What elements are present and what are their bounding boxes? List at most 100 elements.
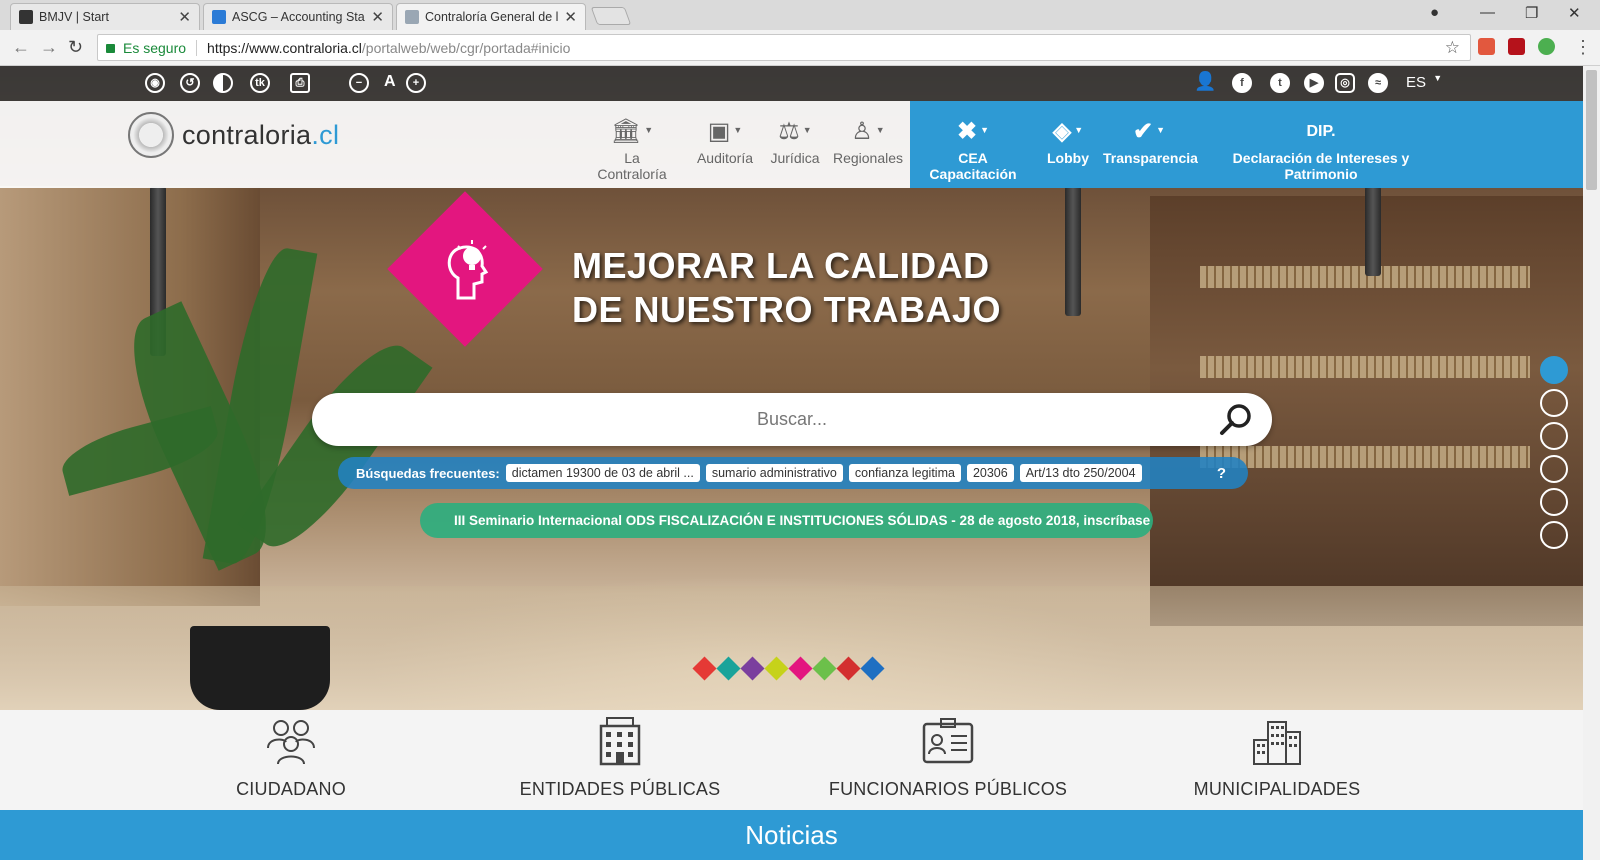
- tab-ascg[interactable]: ASCG – Accounting Stanc ✕: [203, 3, 393, 30]
- language-label: ES: [1406, 74, 1427, 91]
- dip-icon: DIP.: [1306, 123, 1336, 140]
- address-bar[interactable]: Es seguro https://www.contraloria.cl /po…: [97, 34, 1471, 61]
- frequent-search-chip[interactable]: dictamen 19300 de 03 de abril ...: [505, 464, 700, 482]
- audit-icon: ▣ ▼: [707, 118, 743, 145]
- id-card-icon: [922, 718, 974, 764]
- hide-animations-icon[interactable]: ◉: [145, 73, 165, 93]
- frequent-search-chip[interactable]: Art/13 dto 250/2004: [1019, 464, 1142, 482]
- frequent-search-chip[interactable]: sumario administrativo: [705, 464, 843, 482]
- window-close-icon[interactable]: ✕: [1568, 4, 1581, 22]
- hero-slogan: MEJORAR LA CALIDAD DE NUESTRO TRABAJO: [572, 244, 1001, 332]
- announcement-ticker[interactable]: III Seminario Internacional ODS FISCALIZ…: [420, 503, 1153, 538]
- contraloria-seal-logo[interactable]: [128, 112, 174, 158]
- close-icon[interactable]: ✕: [371, 8, 384, 26]
- shelf: [1200, 356, 1530, 378]
- frequent-searches-label: Búsquedas frecuentes:: [356, 465, 500, 481]
- city-icon: [1253, 721, 1301, 765]
- category-label: FUNCIONARIOS PÚBLICOS: [828, 779, 1068, 799]
- news-section-title: Noticias: [0, 810, 1583, 860]
- sync-extension-icon[interactable]: [1538, 38, 1555, 55]
- nav-label: Jurídica: [770, 150, 820, 166]
- tab-contraloria[interactable]: Contraloría General de la ✕: [396, 3, 586, 30]
- slide-dot-3[interactable]: [1540, 422, 1568, 450]
- user-login-icon[interactable]: 👤: [1194, 72, 1216, 93]
- slogan-line-2: DE NUESTRO TRABAJO: [572, 289, 1002, 330]
- nav-label: Declaración de Intereses y Patrimonio: [1232, 150, 1410, 182]
- pdf-extension-icon[interactable]: [1508, 38, 1525, 55]
- search-bar: [312, 393, 1272, 446]
- category-ciudadano[interactable]: CIUDADANO: [141, 716, 441, 800]
- contrast-icon[interactable]: [213, 73, 233, 93]
- search-input[interactable]: [492, 409, 1092, 430]
- back-icon[interactable]: ←: [12, 37, 30, 58]
- rss-icon[interactable]: ≈: [1368, 73, 1388, 93]
- slide-dot-4[interactable]: [1540, 455, 1568, 483]
- accessibility-bar: ◉ ↺ tk ⎙ − A + 👤 f t ▶ ◎ ≈ ES ▼: [0, 66, 1583, 101]
- search-icon[interactable]: [1218, 402, 1254, 438]
- scales-icon: ⚖ ▼: [778, 118, 812, 145]
- tab-bmjv[interactable]: BMJV | Start ✕: [10, 3, 200, 30]
- maximize-icon[interactable]: ❐: [1525, 4, 1538, 22]
- decrease-font-icon[interactable]: −: [349, 73, 369, 93]
- frequent-search-chip[interactable]: 20306: [966, 464, 1014, 482]
- plant-pot: [190, 626, 330, 710]
- nav-auditoria[interactable]: ▣ ▼ Auditoría: [690, 118, 760, 166]
- forward-icon[interactable]: →: [40, 37, 58, 58]
- youtube-icon[interactable]: ▶: [1304, 73, 1324, 93]
- print-icon[interactable]: ⎙: [290, 73, 310, 93]
- color-diamond: [740, 656, 765, 681]
- logo-text-main: contraloria: [182, 120, 312, 150]
- twitter-icon[interactable]: t: [1270, 73, 1290, 93]
- reload-icon[interactable]: ↻: [68, 37, 83, 58]
- close-icon[interactable]: ✕: [178, 8, 191, 26]
- frequent-search-chip[interactable]: confianza legitima: [848, 464, 961, 482]
- office-extension-icon[interactable]: [1478, 38, 1495, 55]
- site-logo[interactable]: contraloria.cl: [182, 120, 339, 151]
- building-icon: 🏛 ▼: [610, 118, 654, 145]
- menu-icon[interactable]: ⋮: [1574, 37, 1592, 58]
- facebook-icon[interactable]: f: [1232, 73, 1252, 93]
- new-tab-button[interactable]: [590, 7, 632, 25]
- nav-declaracion[interactable]: DIP. Declaración de Intereses y Patrimon…: [1207, 118, 1435, 182]
- category-funcionarios-publicos[interactable]: FUNCIONARIOS PÚBLICOS: [798, 716, 1098, 800]
- minimize-icon[interactable]: —: [1480, 4, 1495, 21]
- profile-icon[interactable]: ●: [1430, 4, 1439, 21]
- tab-title: Contraloría General de la: [425, 10, 559, 24]
- help-icon[interactable]: ?: [1217, 465, 1226, 482]
- nav-juridica[interactable]: ⚖ ▼ Jurídica: [765, 118, 825, 166]
- scrollbar-thumb[interactable]: [1586, 70, 1597, 190]
- page-scrollbar[interactable]: [1583, 66, 1600, 860]
- nav-label: Transparencia: [1103, 150, 1198, 166]
- nav-la-contraloria[interactable]: 🏛 ▼ La Contraloría: [588, 118, 676, 182]
- increase-font-icon[interactable]: +: [406, 73, 426, 93]
- category-entidades-publicas[interactable]: ENTIDADES PÚBLICAS: [470, 716, 770, 800]
- lamp-column: [1365, 186, 1381, 276]
- check-circle-icon: ✔ ▼: [1132, 118, 1166, 145]
- close-icon[interactable]: ✕: [564, 8, 577, 26]
- nav-cea-capacitacion[interactable]: ✖ ▼ CEA Capacitación: [914, 118, 1032, 182]
- slide-dot-1[interactable]: [1540, 356, 1568, 384]
- bookmark-star-icon[interactable]: ☆: [1445, 38, 1460, 58]
- reset-icon[interactable]: ↺: [180, 73, 200, 93]
- slide-dot-6[interactable]: [1540, 521, 1568, 549]
- color-diamond: [860, 656, 885, 681]
- hero-section: MEJORAR LA CALIDAD DE NUESTRO TRABAJO Bú…: [0, 66, 1583, 710]
- ascg-favicon-icon: [212, 10, 226, 24]
- citizens-icon: [267, 720, 315, 765]
- color-diamond: [812, 656, 837, 681]
- public-building-icon: [599, 717, 641, 766]
- slide-dot-5[interactable]: [1540, 488, 1568, 516]
- nav-lobby[interactable]: ◈ ▼ Lobby: [1040, 118, 1096, 166]
- nav-regionales[interactable]: ♙ ▼ Regionales: [830, 118, 906, 166]
- nav-transparencia[interactable]: ✔ ▼ Transparencia: [1103, 118, 1198, 166]
- omnibox-divider: [196, 39, 198, 56]
- cea-icon: ✖ ▼: [956, 118, 990, 145]
- lock-icon: [106, 44, 115, 53]
- category-municipalidades[interactable]: MUNICIPALIDADES: [1127, 716, 1427, 800]
- logo-text-tld: .cl: [311, 120, 340, 150]
- color-diamond: [692, 656, 717, 681]
- text-to-speech-icon[interactable]: tk: [250, 73, 270, 93]
- language-selector[interactable]: ES ▼: [1406, 73, 1442, 91]
- slide-dot-2[interactable]: [1540, 389, 1568, 417]
- instagram-icon[interactable]: ◎: [1335, 73, 1355, 93]
